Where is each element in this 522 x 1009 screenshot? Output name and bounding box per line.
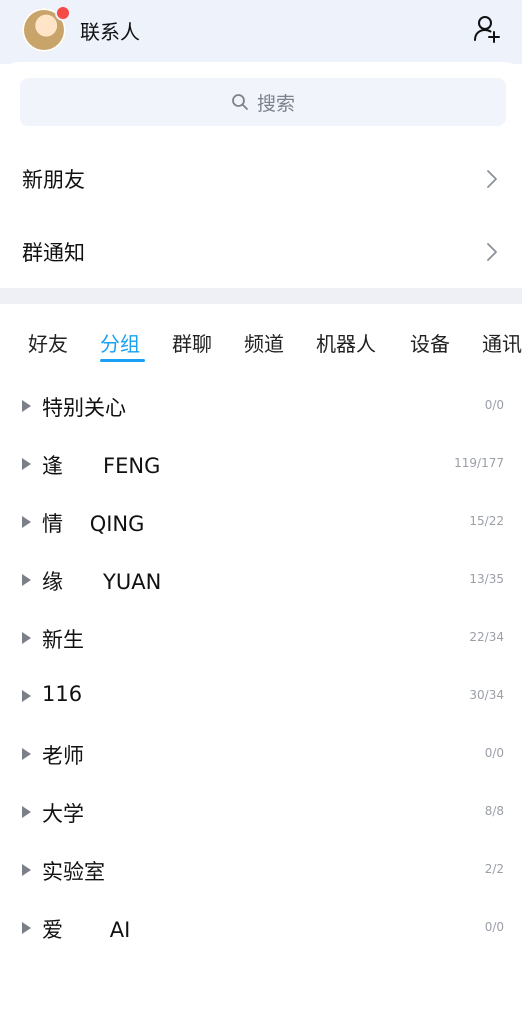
group-count: 13/35 [469,572,504,586]
expand-triangle-icon [22,632,31,644]
tab-devices[interactable]: 设备 [410,328,450,357]
add-friend-icon[interactable] [472,14,502,44]
tab-channels[interactable]: 频道 [244,328,284,357]
group-name: 爱 AI [42,918,131,942]
contact-tabs: 好友 分组 群聊 频道 机器人 设备 通讯 [0,322,522,366]
group-name: 缘 YUAN [42,570,162,594]
group-name: 大学 [42,802,84,826]
tab-group-chats[interactable]: 群聊 [172,328,212,357]
notification-dot [55,5,71,21]
expand-triangle-icon [22,864,31,876]
group-name: 实验室 [42,860,105,884]
group-row[interactable]: 116 30/34 [0,668,522,726]
group-name: 情 QING [42,512,145,536]
expand-triangle-icon [22,748,31,760]
group-count: 8/8 [484,804,504,818]
tab-robots[interactable]: 机器人 [316,328,376,357]
group-row[interactable]: 爱 AI 0/0 [0,900,522,958]
search-placeholder: 搜索 [256,92,295,115]
page-title: 联系人 [80,20,140,44]
expand-triangle-icon [22,400,31,412]
group-count: 15/22 [469,514,504,528]
group-row[interactable]: 特别关心 0/0 [0,378,522,436]
expand-triangle-icon [22,458,31,470]
group-count: 0/0 [484,746,504,760]
search-icon [232,94,248,110]
search-input[interactable]: 搜索 [20,78,506,126]
group-notice-row[interactable]: 群通知 [0,217,522,287]
group-count: 2/2 [484,862,504,876]
group-name: 逢 FENG [42,454,161,478]
new-friends-row[interactable]: 新朋友 [0,144,522,214]
group-row[interactable]: 老师 0/0 [0,726,522,784]
group-count: 119/177 [454,456,504,470]
expand-triangle-icon [22,516,31,528]
group-count: 0/0 [484,920,504,934]
active-tab-indicator [100,359,145,362]
group-name: 特别关心 [42,396,126,420]
expand-triangle-icon [22,690,31,702]
group-row[interactable]: 实验室 2/2 [0,842,522,900]
expand-triangle-icon [22,806,31,818]
group-row[interactable]: 情 QING 15/22 [0,494,522,552]
group-row[interactable]: 大学 8/8 [0,784,522,842]
tab-friends[interactable]: 好友 [28,328,68,357]
group-name: 老师 [42,744,84,768]
group-count: 30/34 [469,688,504,702]
group-row[interactable]: 逢 FENG 119/177 [0,436,522,494]
chevron-right-icon [487,243,497,261]
section-divider [0,288,522,304]
group-row[interactable]: 新生 22/34 [0,610,522,668]
top-bar: 联系人 [0,0,522,64]
chevron-right-icon [487,170,497,188]
expand-triangle-icon [22,922,31,934]
group-count: 22/34 [469,630,504,644]
group-count: 0/0 [484,398,504,412]
tab-groups[interactable]: 分组 [100,328,140,357]
group-row[interactable]: 缘 YUAN 13/35 [0,552,522,610]
expand-triangle-icon [22,574,31,586]
tab-contacts[interactable]: 通讯 [482,328,522,357]
new-friends-label: 新朋友 [22,168,85,192]
group-name: 116 [42,682,83,706]
group-name: 新生 [42,628,84,652]
group-notice-label: 群通知 [22,241,85,265]
